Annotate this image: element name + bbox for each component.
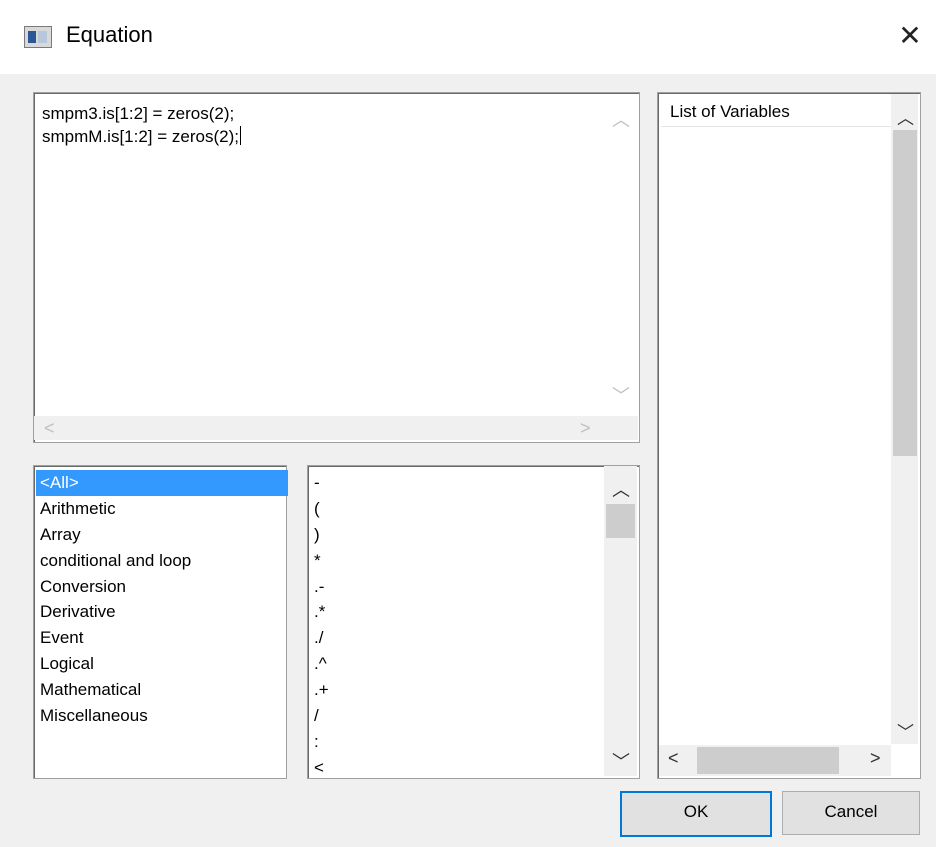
scroll-down-icon[interactable]: ﹀ xyxy=(897,718,914,743)
operator-item[interactable]: .+ xyxy=(310,677,329,703)
scroll-down-icon[interactable]: ﹀ xyxy=(612,748,630,774)
category-item-miscellaneous[interactable]: Miscellaneous xyxy=(36,703,288,729)
operator-item[interactable]: .- xyxy=(310,574,329,600)
scroll-down-icon[interactable]: ﹀ xyxy=(612,382,630,408)
category-item-array[interactable]: Array xyxy=(36,522,288,548)
category-item-conversion[interactable]: Conversion xyxy=(36,574,288,600)
operator-item[interactable]: < xyxy=(310,755,329,776)
scroll-right-icon[interactable]: > xyxy=(580,418,591,439)
operator-item[interactable]: ./ xyxy=(310,625,329,651)
scrollbar-corner xyxy=(604,416,638,440)
operator-scroll-thumb[interactable] xyxy=(606,504,635,538)
operator-items: - ( ) * .- .* ./ .^ .+ / : < xyxy=(310,470,329,776)
scroll-left-icon[interactable]: < xyxy=(668,748,679,769)
variables-horizontal-thumb[interactable] xyxy=(697,747,839,774)
scroll-up-icon[interactable]: ︿ xyxy=(612,106,630,132)
equation-text[interactable]: smpm3.is[1:2] = zeros(2); smpmM.is[1:2] =… xyxy=(42,102,241,148)
close-button[interactable]: ✕ xyxy=(890,16,930,56)
operator-item[interactable]: ) xyxy=(310,522,329,548)
operator-list[interactable] xyxy=(307,465,640,779)
category-item-derivative[interactable]: Derivative xyxy=(36,599,288,625)
operator-item[interactable]: .^ xyxy=(310,651,329,677)
equation-line: smpmM.is[1:2] = zeros(2); xyxy=(42,126,241,146)
ok-button[interactable]: OK xyxy=(620,791,772,837)
variables-vertical-thumb[interactable] xyxy=(893,130,917,456)
cancel-button[interactable]: Cancel xyxy=(782,791,920,835)
category-item-all[interactable]: <All> xyxy=(36,470,288,496)
equation-line: smpm3.is[1:2] = zeros(2); xyxy=(42,104,235,123)
scroll-right-icon[interactable]: > xyxy=(870,748,881,769)
operator-item[interactable]: .* xyxy=(310,599,329,625)
variables-list[interactable] xyxy=(657,92,921,779)
category-item-mathematical[interactable]: Mathematical xyxy=(36,677,288,703)
category-item-arithmetic[interactable]: Arithmetic xyxy=(36,496,288,522)
category-item-logical[interactable]: Logical xyxy=(36,651,288,677)
scroll-up-icon[interactable]: ︿ xyxy=(897,104,914,129)
operator-item[interactable]: / xyxy=(310,703,329,729)
operator-item[interactable]: : xyxy=(310,729,329,755)
category-item-conditional-and-loop[interactable]: conditional and loop xyxy=(36,548,288,574)
variables-header-label: List of Variables xyxy=(670,102,790,121)
category-items: <All> Arithmetic Array conditional and l… xyxy=(36,470,288,729)
scroll-left-icon[interactable]: < xyxy=(44,418,55,439)
category-item-event[interactable]: Event xyxy=(36,625,288,651)
operator-item[interactable]: ( xyxy=(310,496,329,522)
window-title: Equation xyxy=(66,22,153,47)
text-caret xyxy=(239,126,241,145)
editor-horizontal-scrollbar[interactable] xyxy=(34,416,604,440)
operator-item[interactable]: * xyxy=(310,548,329,574)
scroll-up-icon[interactable]: ︿ xyxy=(612,476,630,502)
window-app-icon xyxy=(24,26,52,48)
operator-item[interactable]: - xyxy=(310,470,329,496)
